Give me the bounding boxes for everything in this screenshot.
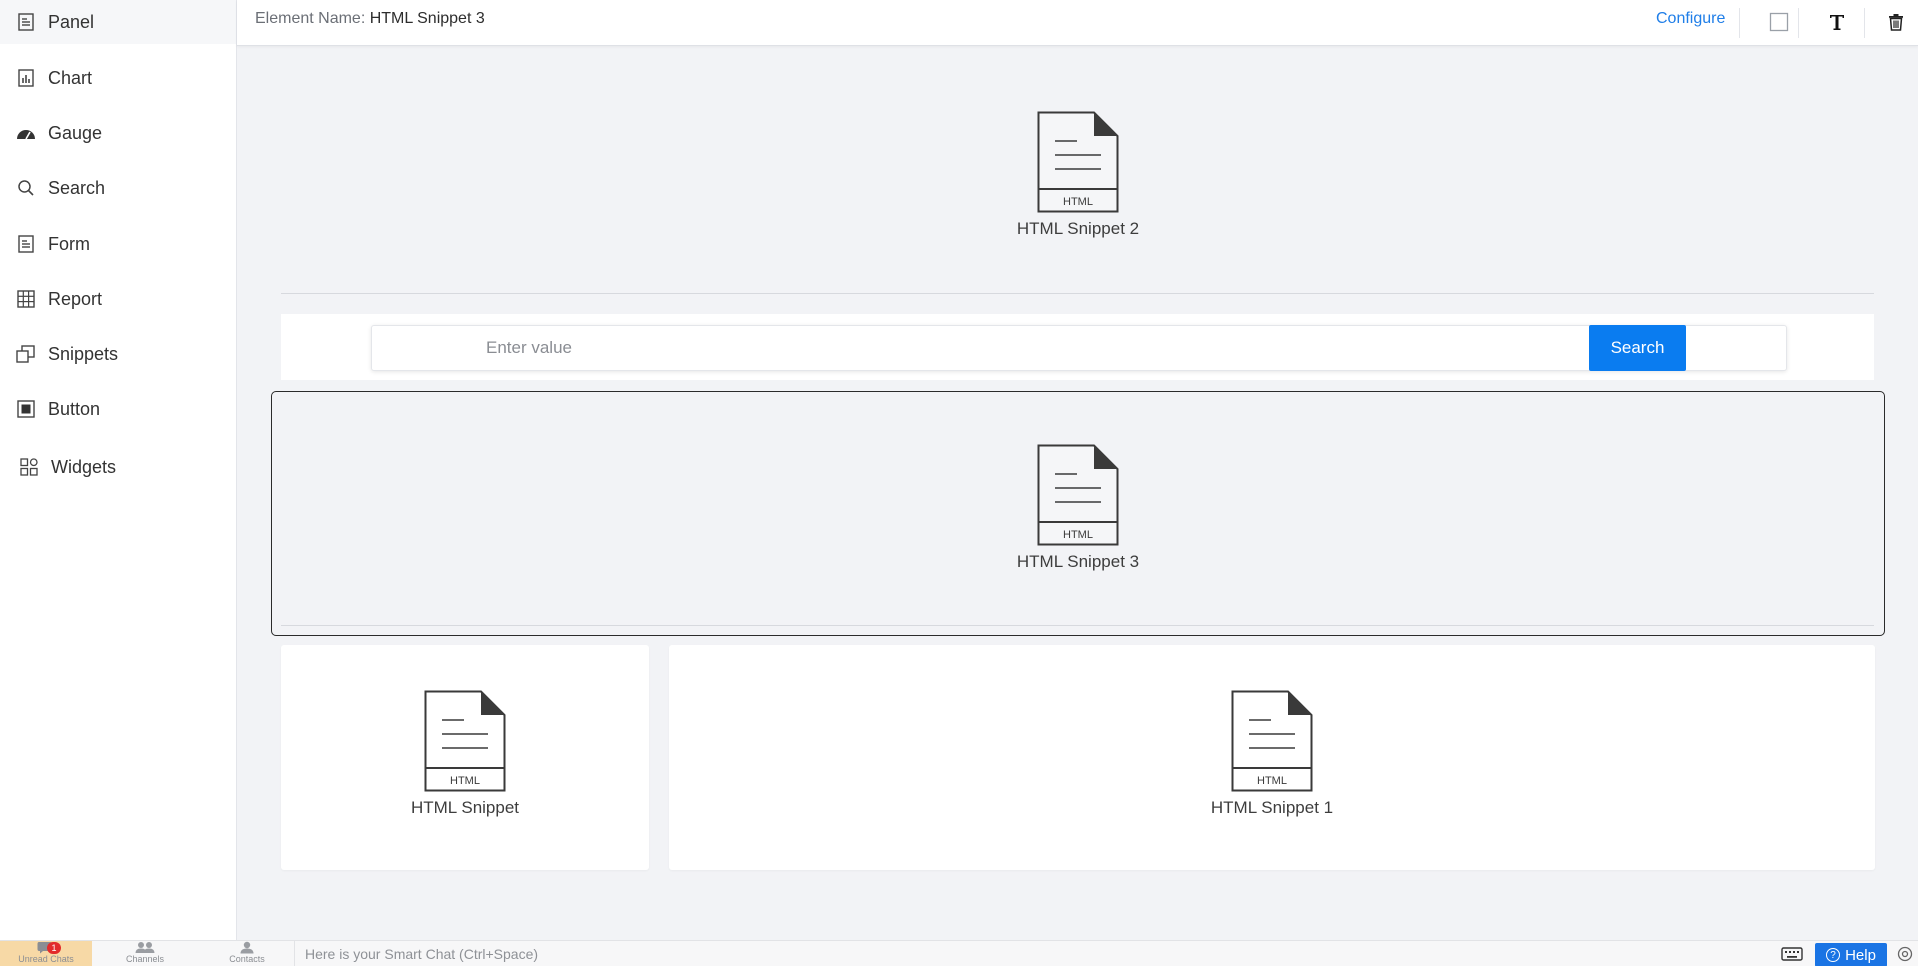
html-snippet-3[interactable]: HTML HTML Snippet 3: [978, 444, 1178, 572]
element-name-label: Element Name:: [255, 10, 366, 27]
sidebar-item-label: Widgets: [51, 456, 117, 477]
keyboard-icon[interactable]: [1781, 946, 1803, 962]
configure-link[interactable]: Configure: [1656, 10, 1725, 28]
sidebar-item-label: Panel: [48, 11, 95, 32]
sidebar-item-snippets[interactable]: Snippets: [0, 332, 236, 376]
smart-chat-input[interactable]: Here is your Smart Chat (Ctrl+Space): [294, 941, 1774, 966]
snippet-label: HTML Snippet 1: [1210, 798, 1334, 817]
panel-icon: [16, 12, 36, 32]
report-grid-icon: [16, 289, 36, 309]
tab-unread-chats[interactable]: Unread Chats 1: [0, 941, 92, 966]
sidebar-item-widgets[interactable]: Widgets: [0, 445, 236, 489]
html-document-icon: HTML: [1231, 690, 1313, 792]
delete-icon[interactable]: [1883, 9, 1909, 35]
html-badge-text: HTML: [1063, 196, 1093, 208]
snippets-icon: [16, 344, 36, 364]
sidebar-item-label: Snippets: [48, 343, 119, 364]
html-document-icon: HTML: [1037, 444, 1119, 546]
toolbar-divider: [1739, 8, 1740, 38]
toolbar-divider: [1864, 8, 1865, 38]
tab-label: Unread Chats: [18, 954, 74, 964]
sidebar-item-search[interactable]: Search: [0, 166, 236, 210]
help-button[interactable]: ? Help: [1815, 943, 1887, 966]
search-bar: Search: [371, 325, 1787, 371]
sidebar-item-form[interactable]: Form: [0, 222, 236, 266]
tab-label: Contacts: [229, 954, 265, 964]
border-toggle-button[interactable]: [1766, 9, 1792, 35]
tab-label: Channels: [125, 954, 165, 964]
sidebar-item-label: Gauge: [48, 122, 103, 143]
html-document-icon: HTML: [424, 690, 506, 792]
unread-count-badge: 1: [47, 942, 61, 954]
element-toolbar: Element Name: HTML Snippet 3 Configure: [237, 0, 1918, 46]
snippet-label: HTML Snippet 3: [1016, 552, 1140, 571]
row-divider: [281, 293, 1874, 294]
form-icon: [16, 234, 36, 254]
tab-channels[interactable]: Channels: [105, 941, 185, 966]
button-icon: [16, 399, 36, 419]
channels-icon: [135, 942, 155, 953]
sidebar-item-button[interactable]: Button: [0, 387, 236, 431]
element-name-value: HTML Snippet 3: [369, 10, 485, 27]
html-snippet-1[interactable]: HTML HTML Snippet 1: [1172, 690, 1372, 818]
sidebar-item-label: Button: [48, 398, 101, 419]
element-name: Element Name: HTML Snippet 3: [255, 10, 485, 28]
sidebar-item-label: Chart: [48, 67, 93, 88]
help-icon: ?: [1826, 948, 1841, 962]
settings-icon[interactable]: [1896, 946, 1914, 962]
html-badge-text: HTML: [1063, 529, 1093, 541]
sidebar-item-gauge[interactable]: Gauge: [0, 111, 236, 155]
snippet-label: HTML Snippet 2: [1016, 219, 1140, 238]
contact-icon: [240, 941, 254, 954]
search-input[interactable]: [372, 326, 1590, 370]
bottom-chat-bar: Unread Chats 1 Channels Contacts Here is…: [0, 940, 1918, 966]
search-button[interactable]: Search: [1589, 325, 1686, 371]
html-snippet[interactable]: HTML HTML Snippet: [365, 690, 565, 818]
help-label: Help: [1845, 946, 1876, 964]
sidebar: Panel Chart Gauge Search Form Report Sni…: [0, 0, 237, 940]
sidebar-item-report[interactable]: Report: [0, 277, 236, 321]
row-divider: [281, 625, 1874, 626]
sidebar-item-panel[interactable]: Panel: [0, 0, 236, 44]
toolbar-divider: [1798, 8, 1799, 38]
sidebar-item-label: Form: [48, 233, 90, 254]
chart-icon: [16, 68, 36, 88]
html-badge-text: HTML: [1257, 775, 1287, 787]
widgets-icon: [19, 457, 39, 477]
html-document-icon: HTML: [1037, 111, 1119, 213]
html-badge-text: HTML: [450, 775, 480, 787]
html-snippet-2[interactable]: HTML HTML Snippet 2: [978, 111, 1178, 239]
sidebar-item-label: Search: [48, 177, 106, 198]
text-format-button[interactable]: [1824, 9, 1850, 35]
search-icon: [16, 178, 36, 198]
sidebar-item-chart[interactable]: Chart: [0, 56, 236, 100]
sidebar-item-label: Report: [48, 288, 103, 309]
tab-contacts[interactable]: Contacts: [205, 941, 289, 966]
snippet-label: HTML Snippet: [410, 798, 520, 817]
gauge-icon: [16, 123, 36, 143]
